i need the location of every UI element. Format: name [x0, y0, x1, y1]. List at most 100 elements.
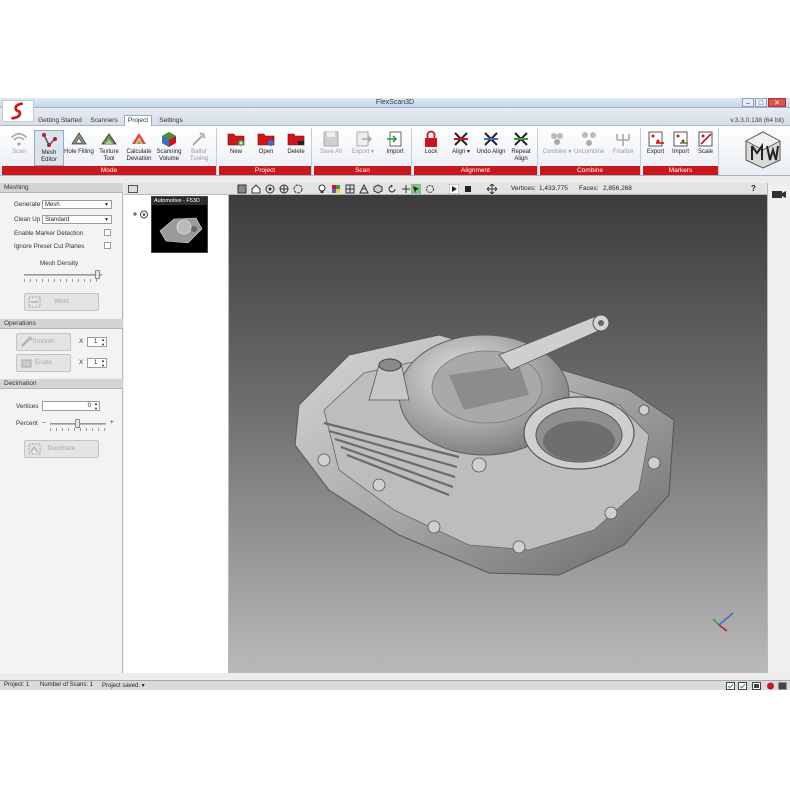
view-rotate-icon[interactable] — [293, 184, 303, 194]
app-logo-icon[interactable] — [2, 100, 34, 122]
play-icon[interactable] — [449, 184, 459, 194]
erode-iterations-value: 1 — [94, 360, 98, 366]
cleanup-select[interactable]: Standard ▼ — [42, 215, 112, 224]
generate-select[interactable]: Mesh ▼ — [42, 200, 112, 209]
cube-icon[interactable] — [373, 184, 383, 194]
group-mode: Scan Mesh Editor Hole Filling Texture To… — [2, 128, 217, 175]
erode-button[interactable]: Erode — [16, 354, 71, 372]
smooth-iterations-stepper[interactable]: 1 ▲ ▼ — [87, 337, 107, 347]
marker-export-button[interactable]: Export — [643, 130, 668, 166]
save-all-button[interactable]: Save All — [316, 130, 346, 166]
eye-visibility-icon[interactable] — [132, 210, 150, 219]
view-target-icon[interactable] — [265, 184, 275, 194]
scanning-volume-button[interactable]: Scanning Volume — [154, 130, 184, 166]
lasso-icon[interactable] — [425, 184, 435, 194]
move-icon[interactable] — [487, 184, 497, 194]
wifi-scan-icon — [10, 132, 28, 146]
marker-detection-checkbox[interactable] — [104, 229, 111, 236]
weld-button[interactable]: Weld — [24, 293, 99, 311]
erode-iterations-stepper[interactable]: 1 ▲ ▼ — [87, 358, 107, 368]
folder-view-icon[interactable] — [128, 185, 138, 193]
close-button[interactable]: ✕ — [768, 98, 786, 107]
combine-button[interactable]: Combine ▾ — [542, 130, 572, 166]
vertices-input[interactable]: 0 ▲ ▼ — [42, 401, 100, 411]
status-record-icon[interactable] — [766, 682, 775, 690]
tab-settings[interactable]: Settings — [154, 116, 188, 126]
finalize-button[interactable]: Finalize — [608, 130, 638, 166]
percent-slider[interactable] — [75, 419, 80, 428]
calculate-deviation-button[interactable]: Calculate Deviation — [124, 130, 154, 166]
chevron-down-icon: ▼ — [104, 202, 109, 208]
tab-scanners[interactable]: Scanners — [86, 116, 122, 126]
scan-button[interactable]: Scan — [4, 130, 34, 166]
status-save-icon[interactable] — [726, 682, 735, 690]
view-home-icon[interactable] — [251, 184, 261, 194]
lock-button[interactable]: Lock — [416, 130, 446, 166]
group-project: New Open Delete Project — [219, 128, 312, 175]
select-icon[interactable] — [411, 184, 421, 194]
align-icon — [454, 132, 468, 146]
status-message[interactable]: Project saved. ▾ — [102, 682, 145, 689]
decimate-icon — [28, 443, 41, 455]
save-all-button-label: Save All — [320, 149, 342, 155]
flexscan-window: FlexScan3D – □ ✕ Getting Started Scanner… — [0, 98, 790, 690]
help-button[interactable]: ? — [751, 184, 756, 193]
scan-import-button[interactable]: Import — [380, 130, 410, 166]
undo-align-button[interactable]: Undo Align — [476, 130, 506, 166]
new-project-button[interactable]: New — [221, 130, 251, 166]
scan-export-button[interactable]: Export ▾ — [348, 130, 378, 166]
marker-import-button[interactable]: Import — [668, 130, 693, 166]
wireframe-icon[interactable] — [359, 184, 369, 194]
marker-scale-button[interactable]: Scale — [693, 130, 718, 166]
stop-icon[interactable] — [463, 184, 473, 194]
status-camera-icon[interactable] — [752, 682, 761, 690]
align-button[interactable]: Align ▾ — [446, 130, 476, 166]
tab-project[interactable]: Project — [124, 115, 152, 126]
faces-count-value: 2,856,268 — [603, 185, 632, 192]
marker-import-button-label: Import — [671, 149, 689, 155]
view-globe-icon[interactable] — [279, 184, 289, 194]
marker-detection-label: Enable Marker Detection — [14, 230, 84, 237]
ignore-cut-planes-checkbox[interactable] — [104, 242, 111, 249]
color-grid-icon[interactable] — [331, 184, 341, 194]
mesh-editor-button[interactable]: Mesh Editor — [34, 130, 64, 166]
texture-tool-button[interactable]: Texture Tool — [94, 130, 124, 166]
scan-thumbnail[interactable]: Automotive - F53D — [151, 196, 208, 253]
weld-icon — [28, 296, 41, 308]
percent-plus-button[interactable]: + — [110, 419, 114, 426]
tab-getting-started[interactable]: Getting Started — [36, 116, 84, 126]
window-title: FlexScan3D — [375, 99, 415, 106]
tree-expand-icon[interactable] — [132, 210, 150, 221]
mesh-density-slider[interactable] — [95, 270, 101, 279]
status-settings-icon[interactable] — [778, 682, 787, 690]
stepper-arrows-icon: ▲ ▼ — [94, 401, 98, 411]
decimate-button[interactable]: Decimate — [24, 440, 99, 458]
view-front-icon[interactable] — [237, 184, 247, 194]
pan-icon[interactable] — [401, 184, 411, 194]
combine-button-label: Combine ▾ — [542, 149, 572, 155]
group-mode-label: Mode — [2, 166, 216, 175]
camera-icon[interactable] — [772, 189, 786, 198]
percent-minus-button[interactable]: – — [42, 419, 46, 426]
status-scan-icon[interactable] — [738, 682, 747, 690]
lightbulb-icon[interactable] — [317, 184, 327, 194]
rotate-icon[interactable] — [387, 184, 397, 194]
group-combine-label: Combine — [540, 166, 640, 175]
repeat-align-button[interactable]: Repeat Align — [506, 130, 536, 166]
maximize-button[interactable]: □ — [755, 98, 767, 107]
group-combine: Combine ▾ Uncombine Finalize Combine — [540, 128, 641, 175]
tuning-button[interactable]: Baltur Tuning — [184, 130, 214, 166]
percent-label: Percent — [16, 420, 38, 427]
open-project-button[interactable]: Open — [251, 130, 281, 166]
hole-filling-button[interactable]: Hole Filling — [64, 130, 94, 166]
3d-viewport[interactable] — [229, 195, 767, 673]
cleanup-select-value: Standard — [45, 217, 70, 223]
uncombine-button[interactable]: Uncombine — [574, 130, 604, 166]
chevron-down-icon: ▼ — [104, 217, 109, 223]
delete-project-button[interactable]: Delete — [281, 130, 311, 166]
mesh-density-track[interactable] — [24, 274, 102, 276]
smooth-button[interactable]: Smooth — [16, 333, 71, 351]
minimize-button[interactable]: – — [742, 98, 754, 107]
group-scan-label: Scan — [314, 166, 411, 175]
grid-icon[interactable] — [345, 184, 355, 194]
